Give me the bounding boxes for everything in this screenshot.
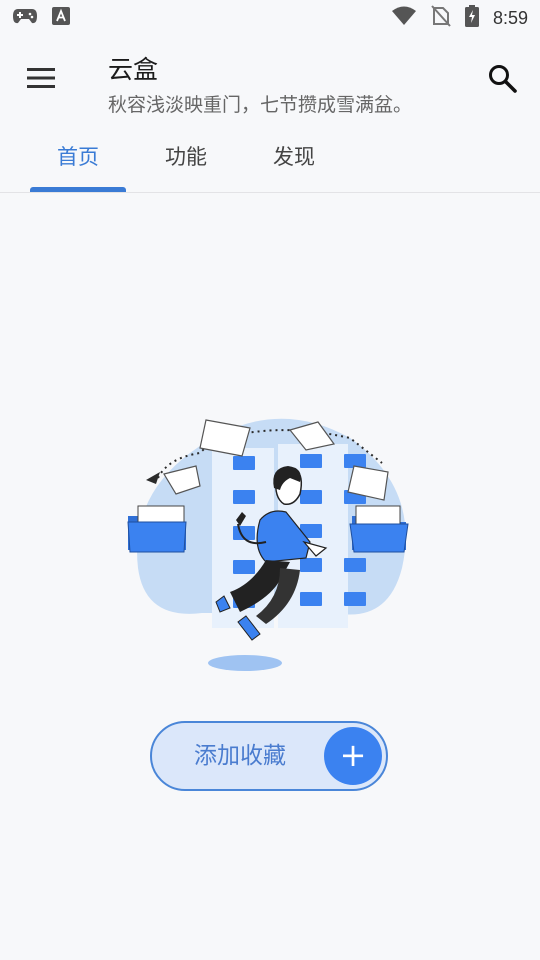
tab-features[interactable]: 功能 — [138, 130, 234, 192]
tab-discover[interactable]: 发现 — [246, 130, 342, 192]
empty-state-folders-illustration — [120, 408, 420, 678]
hamburger-menu-icon[interactable] — [24, 64, 60, 92]
add-favorite-label: 添加收藏 — [194, 743, 286, 769]
tab-indicator — [30, 187, 126, 192]
no-sim-icon — [431, 5, 451, 31]
wifi-icon — [391, 6, 417, 30]
app-subtitle: 秋容浅淡映重门，七节攒成雪满盆。 — [108, 94, 413, 116]
status-bar: 8:59 — [0, 0, 540, 36]
add-favorite-button[interactable]: 添加收藏 + — [150, 721, 388, 791]
app-title: 云盒 — [108, 55, 159, 84]
gamepad-icon — [12, 6, 38, 30]
status-left — [12, 6, 70, 30]
app-bar: 云盒 秋容浅淡映重门，七节攒成雪满盆。 — [0, 36, 540, 120]
tab-bar: 首页 功能 发现 — [0, 130, 540, 193]
status-time: 8:59 — [492, 7, 528, 28]
font-a-icon — [52, 7, 70, 29]
status-right: 8:59 — [391, 5, 528, 31]
search-icon[interactable] — [486, 62, 520, 96]
tab-home[interactable]: 首页 — [30, 130, 126, 192]
plus-icon: + — [324, 727, 382, 785]
battery-charging-icon — [464, 5, 479, 31]
